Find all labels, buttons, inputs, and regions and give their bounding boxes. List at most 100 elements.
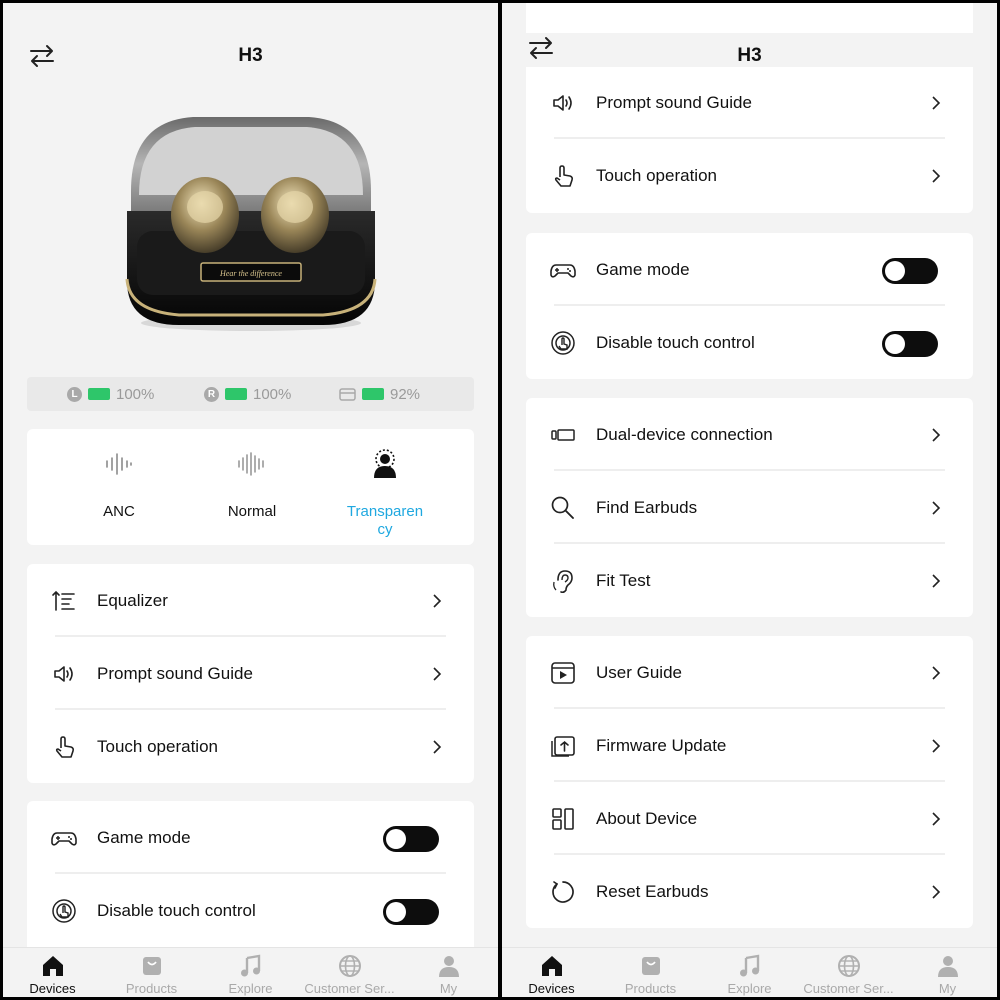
settings-card-toggles: Game mode Disable touch control [27,801,474,961]
chevron-right-icon [433,594,442,608]
tab-products[interactable]: Products [102,948,201,997]
page-title: H3 [737,45,762,66]
fit-test-row[interactable]: Fit Test [526,544,973,617]
tab-explore[interactable]: Explore [700,948,799,997]
equalizer-label: Equalizer [97,590,168,610]
battery-level-bar [88,388,110,400]
mode-label: ANC [103,503,135,520]
reset-earbuds-label: Reset Earbuds [596,881,709,901]
engraving-text: Hear the difference [219,269,282,278]
prompt-sound-row[interactable]: Prompt sound Guide [27,637,474,710]
firmware-update-label: Firmware Update [596,735,727,755]
home-icon [542,956,562,976]
device-screen-right: Prompt sound Guide Touch operation H3 Ga… [502,3,997,997]
user-guide-label: User Guide [596,662,682,682]
speaker-icon [553,95,572,111]
charging-case-icon [339,387,356,401]
reset-earbuds-row[interactable]: Reset Earbuds [526,855,973,928]
tab-label: Explore [727,981,772,996]
user-guide-row[interactable]: User Guide [526,636,973,709]
disable-touch-label: Disable touch control [97,900,256,920]
tab-label: Explore [228,981,273,996]
mode-normal[interactable]: Normal [182,429,322,545]
tab-customer-service[interactable]: Customer Ser... [799,948,898,997]
chevron-right-icon [932,885,941,899]
tab-my[interactable]: My [898,948,997,997]
battery-right-value: 100% [253,385,292,403]
battery-status-bar: L 100% R 100% 92% [27,377,474,411]
person-aura-icon [374,449,396,478]
fit-test-label: Fit Test [596,570,651,590]
firmware-update-row[interactable]: Firmware Update [526,709,973,782]
disable-touch-toggle[interactable] [882,331,938,357]
tab-customer-service[interactable]: Customer Ser... [300,948,399,997]
chevron-right-icon [433,740,442,754]
tab-label: Devices [528,981,575,996]
music-note-icon [740,954,760,977]
battery-right: R 100% [204,385,291,403]
tab-label: Customer Ser... [304,981,395,996]
tab-label: Products [624,981,677,996]
chevron-right-icon [932,96,941,110]
globe-icon [339,955,361,977]
bottom-tab-bar: Devices Products Explore Customer Ser...… [3,947,498,997]
find-earbuds-row[interactable]: Find Earbuds [526,471,973,544]
game-mode-toggle[interactable] [383,826,439,852]
ear-icon [553,570,573,594]
battery-case-value: 92% [390,385,421,403]
dual-device-label: Dual-device connection [596,424,773,444]
about-device-row[interactable]: About Device [526,782,973,855]
top-bar: H3 [502,33,997,67]
battery-level-bar [225,388,247,400]
disable-touch-label: Disable touch control [596,332,755,352]
chevron-right-icon [932,666,941,680]
settings-card-toggles: Game mode Disable touch control [526,233,973,379]
firmware-upload-icon [551,736,575,757]
chevron-right-icon [932,428,941,442]
disable-touch-row: Disable touch control [27,874,474,947]
tab-devices[interactable]: Devices [3,948,102,997]
tab-my[interactable]: My [399,948,498,997]
tab-devices[interactable]: Devices [502,948,601,997]
chevron-right-icon [932,169,941,183]
earbuds-product-image: Hear the difference [125,117,377,331]
prompt-sound-row[interactable]: Prompt sound Guide [526,66,973,139]
touch-operation-row[interactable]: Touch operation [526,139,973,212]
dual-device-icon [551,429,575,441]
settings-card-device: User Guide Firmware Update About Device [526,636,973,928]
tab-products[interactable]: Products [601,948,700,997]
touch-operation-label: Touch operation [596,165,717,185]
game-mode-toggle[interactable] [882,258,938,284]
mode-anc[interactable]: ANC [49,429,189,545]
disable-touch-row: Disable touch control [526,306,973,379]
disable-touch-toggle[interactable] [383,899,439,925]
tab-explore[interactable]: Explore [201,948,300,997]
dual-device-row[interactable]: Dual-device connection [526,398,973,471]
gamepad-icon [550,264,576,278]
game-mode-label: Game mode [596,259,690,279]
chevron-right-icon [932,501,941,515]
chevron-right-icon [932,574,941,588]
chevron-right-icon [932,739,941,753]
bag-icon [642,957,660,975]
noise-mode-selector: ANC Normal Transparen cy [27,429,474,545]
equalizer-row[interactable]: Equalizer [27,564,474,637]
touch-operation-label: Touch operation [97,736,218,756]
game-mode-row: Game mode [27,801,474,874]
tab-label: My [439,981,458,996]
tab-label: My [938,981,957,996]
prompt-sound-label: Prompt sound Guide [596,92,752,112]
gamepad-icon [51,832,77,846]
reset-icon [552,881,574,903]
mode-label: Transparen cy [346,503,424,538]
game-mode-row: Game mode [526,233,973,306]
bag-icon [143,957,161,975]
mode-transparency[interactable]: Transparen cy [315,429,455,545]
left-earbud-badge: L [67,386,82,402]
person-icon [439,956,459,977]
touch-operation-row[interactable]: Touch operation [27,710,474,783]
layout-grid-icon [552,808,574,830]
top-bar: H3 [3,33,498,81]
touch-hand-icon [55,736,75,758]
battery-level-bar [362,388,384,400]
